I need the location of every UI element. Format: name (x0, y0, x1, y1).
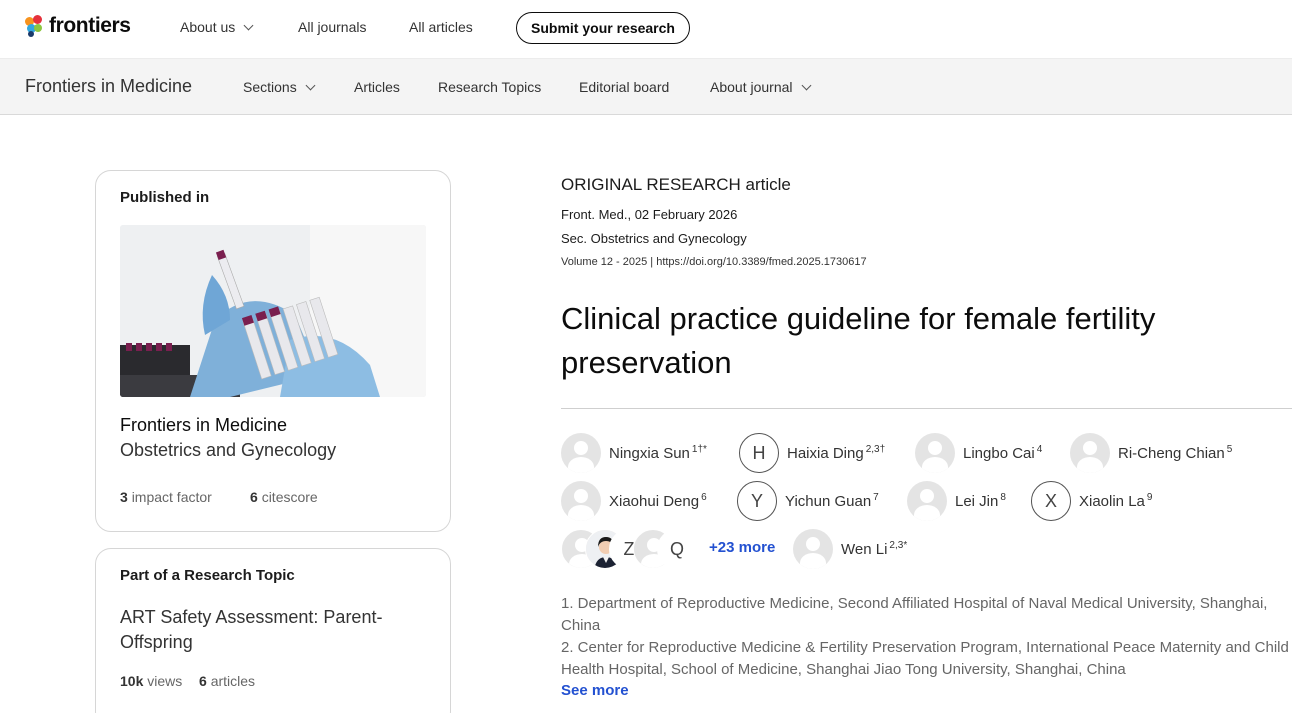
topic-views-label: views (147, 673, 183, 689)
author-yichun-guan[interactable]: Y Yichun Guan 7 (737, 481, 879, 521)
nav-about-us[interactable]: About us (180, 19, 254, 35)
article-title: Clinical practice guideline for female f… (561, 301, 1156, 380)
author-name: Yichun Guan (785, 493, 872, 510)
more-authors-avatar-stack[interactable]: Z Q (561, 529, 701, 569)
journal-home-link[interactable]: Frontiers in Medicine (25, 76, 192, 97)
card-section-name[interactable]: Obstetrics and Gynecology (120, 440, 336, 461)
submit-research-button[interactable]: Submit your research (516, 12, 690, 44)
author-affiliation-sup: 9 (1146, 492, 1153, 503)
author-name: Xiaohui Deng (609, 493, 700, 510)
author-haixia-ding[interactable]: H Haixia Ding 2,3† (739, 433, 885, 473)
nav-sections-label: Sections (243, 79, 297, 95)
author-ri-cheng-chian[interactable]: Ri-Cheng Chian 5 (1070, 433, 1232, 473)
frontiers-logo-icon (25, 15, 45, 37)
author-lingbo-cai[interactable]: Lingbo Cai 4 (915, 433, 1042, 473)
published-in-label: Published in (120, 189, 210, 206)
affiliation-2: 2. Center for Reproductive Medicine & Fe… (561, 639, 1289, 678)
author-affiliation-sup: 1†* (691, 444, 707, 455)
article-volume-doi[interactable]: Volume 12 - 2025 | https://doi.org/10.33… (561, 256, 867, 268)
nav-editorial-board-label: Editorial board (579, 79, 670, 95)
author-wen-li[interactable]: Wen Li 2,3* (793, 529, 907, 569)
citescore-label: citescore (261, 489, 318, 505)
nav-all-journals[interactable]: All journals (298, 19, 366, 35)
author-name: Wen Li (841, 541, 888, 558)
author-affiliation-sup: 7 (873, 492, 879, 503)
author-name: Haixia Ding (787, 445, 864, 462)
nav-all-articles-label: All articles (409, 19, 473, 35)
nav-articles-label: Articles (354, 79, 400, 95)
topic-views-value: 10k (120, 673, 144, 689)
article-section[interactable]: Sec. Obstetrics and Gynecology (561, 231, 747, 246)
avatar-placeholder-icon (561, 433, 601, 473)
topic-articles: 6 articles (199, 673, 255, 689)
avatar-placeholder-icon (915, 433, 955, 473)
author-name: Xiaolin La (1079, 493, 1145, 510)
author-xiaolin-la[interactable]: X Xiaolin La 9 (1031, 481, 1152, 521)
frontiers-logo-text: frontiers (49, 14, 131, 37)
research-topic-card: Part of a Research Topic ART Safety Asse… (95, 548, 451, 713)
nav-research-topics-label: Research Topics (438, 79, 542, 95)
nav-all-journals-label: All journals (298, 19, 367, 35)
nav-about-journal[interactable]: About journal (710, 79, 811, 95)
nav-research-topics[interactable]: Research Topics (438, 79, 541, 95)
impact-factor-label: impact factor (131, 489, 212, 505)
author-name: Lei Jin (955, 493, 999, 510)
chevron-down-icon (305, 80, 316, 90)
author-affiliation-sup: 8 (1000, 492, 1006, 503)
journal-nav: Frontiers in Medicine Sections Articles … (0, 58, 1292, 115)
avatar-placeholder-icon (793, 529, 833, 569)
chevron-down-icon (243, 20, 254, 30)
topic-articles-value: 6 (199, 673, 207, 689)
chevron-down-icon (801, 80, 811, 90)
avatar-placeholder-icon (561, 481, 601, 521)
avatar-initial: H (739, 433, 779, 473)
impact-factor: 3 impact factor (120, 489, 212, 505)
topic-views: 10k views (120, 673, 182, 689)
author-affiliation-sup: 4 (1036, 444, 1043, 455)
topic-articles-label: articles (210, 673, 256, 689)
article-date: Front. Med., 02 February 2026 (561, 207, 738, 222)
nav-all-articles[interactable]: All articles (409, 19, 473, 35)
journal-cover-image[interactable] (120, 225, 426, 397)
nav-about-us-label: About us (180, 19, 236, 35)
author-name: Ri-Cheng Chian (1118, 445, 1225, 462)
author-affiliation-sup: 2,3* (889, 540, 908, 551)
card-journal-name[interactable]: Frontiers in Medicine (120, 415, 287, 436)
citescore-value: 6 (250, 489, 258, 505)
see-more-affiliations-link[interactable]: See more (561, 682, 629, 699)
research-topic-label: Part of a Research Topic (120, 567, 295, 584)
nav-articles[interactable]: Articles (354, 79, 400, 95)
author-name: Lingbo Cai (963, 445, 1035, 462)
affiliation-1: 1. Department of Reproductive Medicine, … (561, 595, 1268, 634)
published-in-card: Published in Frontiers in Medicine Obste… (95, 170, 451, 532)
avatar-initial: Q (657, 529, 697, 569)
avatar-initial: Y (737, 481, 777, 521)
site-header: frontiers About us All journals All arti… (0, 0, 1292, 58)
author-affiliation-sup: 2,3† (865, 444, 886, 455)
author-affiliation-sup: 6 (701, 492, 707, 503)
article-type: ORIGINAL RESEARCH article (561, 175, 791, 194)
nav-sections[interactable]: Sections (243, 79, 316, 95)
more-authors-link[interactable]: +23 more (709, 539, 775, 556)
nav-about-journal-label: About journal (710, 79, 793, 95)
author-name: Ningxia Sun (609, 445, 690, 462)
author-xiaohui-deng[interactable]: Xiaohui Deng 6 (561, 481, 707, 521)
nav-editorial-board[interactable]: Editorial board (579, 79, 669, 95)
author-affiliation-sup: 5 (1226, 444, 1233, 455)
avatar-initial: X (1031, 481, 1071, 521)
lab-test-tubes-illustration (120, 225, 426, 397)
impact-factor-value: 3 (120, 489, 128, 505)
frontiers-logo[interactable]: frontiers (25, 14, 131, 38)
author-lei-jin[interactable]: Lei Jin 8 (907, 481, 1006, 521)
research-topic-title[interactable]: ART Safety Assessment: Parent-Offspring (120, 605, 420, 655)
citescore: 6 citescore (250, 489, 318, 505)
avatar-placeholder-icon (1070, 433, 1110, 473)
author-ningxia-sun[interactable]: Ningxia Sun 1†* (561, 433, 707, 473)
avatar-placeholder-icon (907, 481, 947, 521)
title-divider (561, 408, 1292, 409)
